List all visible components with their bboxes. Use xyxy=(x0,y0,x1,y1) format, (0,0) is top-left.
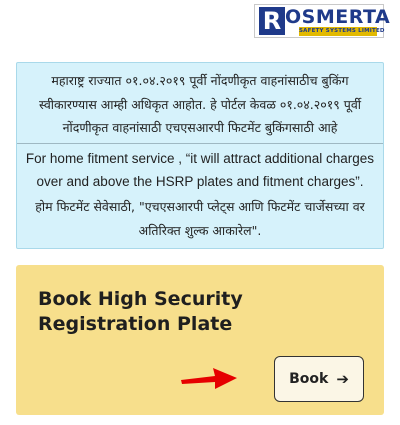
notice-marathi-charge-line: होम फिटमेंट सेवेसाठी, "एचएसआरपी प्लेट्स … xyxy=(35,199,365,214)
book-card-title-line: Registration Plate xyxy=(38,313,233,335)
book-button[interactable]: Book ➔ xyxy=(274,356,364,402)
page: R OSMERTA SAFETY SYSTEMS LIMITED महाराष्… xyxy=(0,0,400,425)
logo-letter-r: R xyxy=(259,7,285,35)
book-card-title: Book High Security Registration Plate xyxy=(38,287,243,337)
notice-english: For home fitment service , “it will attr… xyxy=(17,147,383,193)
notice-marathi-line: स्वीकारण्यास आम्ही अधिकृत आहोत. हे पोर्ट… xyxy=(38,96,362,112)
notice-marathi-line: महाराष्ट्र राज्यात ०१.०४.२०१९ पूर्वी नों… xyxy=(51,73,349,88)
logo-tagline: SAFETY SYSTEMS LIMITED xyxy=(299,27,385,36)
notice-marathi-line: नोंदणीकृत वाहनांसाठी एचएसआरपी फिटमेंट बु… xyxy=(62,120,338,135)
rosmerta-logo: R OSMERTA SAFETY SYSTEMS LIMITED xyxy=(254,4,390,38)
notice-box: महाराष्ट्र राज्यात ०१.०४.२०१९ पूर्वी नों… xyxy=(16,62,384,249)
red-pointer-arrow-icon xyxy=(181,368,237,389)
notice-english-line: For home fitment service , “it will attr… xyxy=(25,151,375,166)
book-button-label: Book xyxy=(289,371,329,387)
book-card-title-line: Book High Security xyxy=(38,288,243,310)
book-hsrp-card: Book High Security Registration Plate Bo… xyxy=(16,265,384,415)
arrow-right-icon: ➔ xyxy=(336,369,349,388)
notice-marathi: महाराष्ट्र राज्यात ०१.०४.२०१९ पूर्वी नों… xyxy=(17,69,383,140)
notice-english-line: over and above the HSRP plates and fitme… xyxy=(36,174,364,189)
notice-marathi-charges: होम फिटमेंट सेवेसाठी, "एचएसआरपी प्लेट्स … xyxy=(17,195,383,243)
logo-wordmark: OSMERTA xyxy=(285,6,391,28)
notice-marathi-charge-line: अतिरिक्त शुल्क आकारेल". xyxy=(138,223,262,238)
notice-divider xyxy=(17,143,383,144)
